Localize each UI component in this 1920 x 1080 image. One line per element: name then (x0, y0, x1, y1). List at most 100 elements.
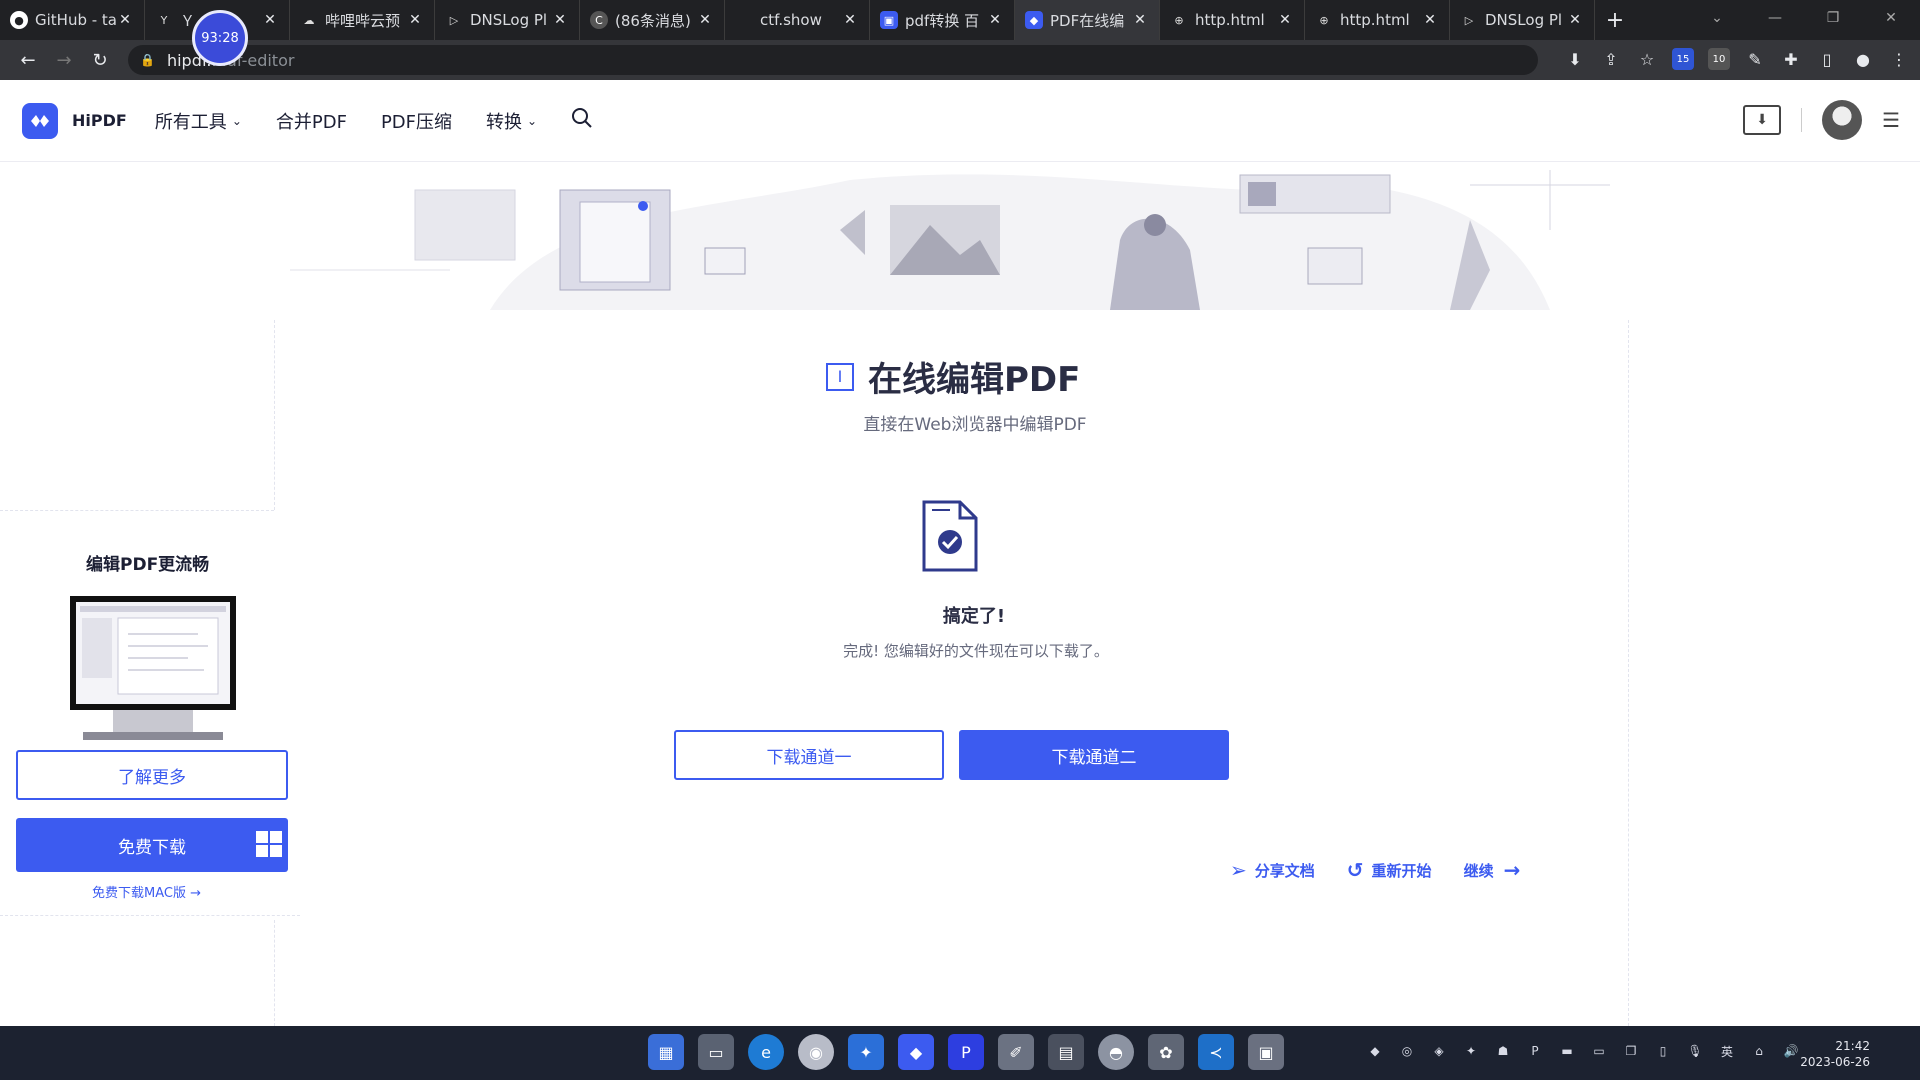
close-icon[interactable]: ✕ (116, 12, 134, 28)
nav-compress-pdf[interactable]: PDF压缩 (381, 108, 452, 134)
tray-icon[interactable]: ▭ (1590, 1042, 1608, 1060)
profile-icon[interactable]: ● (1852, 48, 1874, 70)
app-icon[interactable]: ✦ (848, 1034, 884, 1070)
nav-merge-pdf[interactable]: 合并PDF (276, 108, 347, 134)
microphone-icon[interactable]: 🎙 (1686, 1042, 1704, 1060)
share-document-button[interactable]: ➢ 分享文档 (1230, 858, 1315, 882)
hipdf-logo-icon[interactable] (22, 102, 58, 139)
logo-text[interactable]: HiPDF (72, 111, 127, 130)
tray-icon[interactable]: ◈ (1430, 1042, 1448, 1060)
edge-icon[interactable]: e (748, 1034, 784, 1070)
free-download-button[interactable]: 免费下载 (16, 818, 288, 872)
restore-icon[interactable]: ❐ (1804, 10, 1862, 26)
install-app-icon[interactable]: ⬇ (1564, 48, 1586, 70)
tray-icon[interactable]: ◆ (1366, 1042, 1384, 1060)
tray-icon[interactable]: ▯ (1654, 1042, 1672, 1060)
app-icon[interactable]: ◓ (1098, 1034, 1134, 1070)
avatar[interactable] (1822, 100, 1863, 140)
reload-icon[interactable]: ↻ (82, 50, 118, 71)
share-label: 分享文档 (1254, 861, 1315, 880)
browser-tab[interactable]: ▣ pdf转换 百 ✕ (870, 0, 1015, 40)
terminal-icon[interactable]: ▤ (1048, 1034, 1084, 1070)
continue-button[interactable]: 继续 → (1464, 858, 1521, 882)
download-channel-1-button[interactable]: 下载通道一 (674, 730, 944, 780)
browser-tab[interactable]: C (86条消息) ✕ (580, 0, 725, 40)
start-icon[interactable]: ▦ (648, 1034, 684, 1070)
taskbar-clock[interactable]: 21:42 2023-06-26 (1800, 1038, 1870, 1070)
more-menu-icon[interactable]: ⋮ (1888, 48, 1910, 70)
browser-tab[interactable]: ⊕ http.html ✕ (1305, 0, 1450, 40)
close-icon[interactable]: ✕ (1421, 12, 1439, 28)
volume-icon[interactable]: 🔊 (1782, 1042, 1800, 1060)
app-icon[interactable]: ▣ (1248, 1034, 1284, 1070)
address-bar[interactable]: 🔒 hipdf. ...df-editor (128, 45, 1538, 75)
browser-tab[interactable]: ctf.show ✕ (725, 0, 870, 40)
browser-tab[interactable]: ▷ DNSLog Pl ✕ (435, 0, 580, 40)
close-icon[interactable]: ✕ (551, 12, 569, 28)
close-icon[interactable]: ✕ (1131, 12, 1149, 28)
nav-all-tools[interactable]: 所有工具 ⌄ (155, 108, 242, 134)
header-right: ⬇ ☰ (1743, 100, 1900, 140)
learn-more-button[interactable]: 了解更多 (16, 750, 288, 800)
extension-badge-icon[interactable]: 10 (1708, 48, 1730, 70)
close-icon[interactable]: ✕ (696, 12, 714, 28)
pdf-icon: ▣ (880, 11, 898, 29)
tray-icon[interactable]: P (1526, 1042, 1544, 1060)
close-icon[interactable]: ✕ (1566, 12, 1584, 28)
done-heading: 搞定了! (942, 606, 1006, 627)
divider (1801, 108, 1803, 132)
vscode-icon[interactable]: ≺ (1198, 1034, 1234, 1070)
app-icon[interactable]: ◆ (898, 1034, 934, 1070)
nav-convert[interactable]: 转换 ⌄ (486, 108, 537, 134)
browser-tab-active[interactable]: ◆ PDF在线编 ✕ (1015, 0, 1160, 40)
network-icon[interactable]: ⌂ (1750, 1042, 1768, 1060)
minimize-icon[interactable]: — (1746, 10, 1804, 26)
tab-search-icon[interactable]: ⌄ (1688, 10, 1746, 26)
tray-icon[interactable]: ◎ (1398, 1042, 1416, 1060)
close-icon[interactable]: ✕ (1276, 12, 1294, 28)
browser-tab[interactable]: ☁ 哔哩哔云预 ✕ (290, 0, 435, 40)
mac-download-link[interactable]: 免费下载MAC版 → (92, 882, 201, 901)
screen: ● GitHub - ta ✕ Y Ｙ ✕ ☁ 哔哩哔云预 ✕ ▷ DNSLog… (0, 0, 1920, 1080)
browser-tab[interactable]: ▷ DNSLog Pl ✕ (1450, 0, 1595, 40)
csdn-icon: C (590, 11, 608, 29)
chrome-icon[interactable]: ◉ (798, 1034, 834, 1070)
desktop-download-icon[interactable]: ⬇ (1743, 105, 1782, 135)
file-explorer-icon[interactable]: ▭ (698, 1034, 734, 1070)
cloud-icon: ☁ (303, 13, 315, 27)
app-icon[interactable]: ✿ (1148, 1034, 1184, 1070)
close-icon[interactable]: ✕ (261, 12, 279, 28)
puzzle-icon[interactable]: ✚ (1780, 48, 1802, 70)
page-title: 在线编辑PDF (868, 360, 1081, 400)
extension-badge-icon[interactable]: 15 (1672, 48, 1694, 70)
mac-download-label: 免费下载MAC版 (92, 886, 186, 901)
download-channel-2-button[interactable]: 下载通道二 (959, 730, 1229, 780)
bookmark-star-icon[interactable]: ☆ (1636, 48, 1658, 70)
back-arrow-icon[interactable]: ← (10, 50, 46, 71)
restart-button[interactable]: ↺ 重新开始 (1347, 858, 1432, 882)
close-icon[interactable]: ✕ (986, 12, 1004, 28)
tray-icon[interactable]: ▬ (1558, 1042, 1576, 1060)
browser-tab[interactable]: ● GitHub - ta ✕ (0, 0, 145, 40)
text-cursor-icon: I (826, 362, 854, 391)
app-icon[interactable]: ✐ (998, 1034, 1034, 1070)
browser-tab[interactable]: ⊕ http.html ✕ (1160, 0, 1305, 40)
extension-icon[interactable]: ✎ (1744, 48, 1766, 70)
close-icon[interactable]: ✕ (841, 12, 859, 28)
side-panel-icon[interactable]: ▯ (1816, 48, 1838, 70)
new-tab-button[interactable]: + (1595, 8, 1635, 33)
window-controls: ⌄ — ❐ ✕ (1688, 0, 1920, 36)
file-check-icon (922, 500, 978, 572)
share-icon[interactable]: ⇪ (1600, 48, 1622, 70)
tray-icon[interactable]: ✦ (1462, 1042, 1480, 1060)
tray-icon[interactable]: ☗ (1494, 1042, 1512, 1060)
close-icon[interactable]: ✕ (406, 12, 424, 28)
search-icon[interactable] (571, 107, 593, 134)
close-window-icon[interactable]: ✕ (1862, 10, 1920, 26)
forward-arrow-icon[interactable]: → (46, 50, 82, 71)
hamburger-menu-icon[interactable]: ☰ (1882, 108, 1900, 132)
app-icon[interactable]: P (948, 1034, 984, 1070)
recording-timer-badge[interactable]: 93:28 (192, 10, 248, 66)
ime-indicator[interactable]: 英 (1718, 1042, 1736, 1060)
tray-icon[interactable]: ❐ (1622, 1042, 1640, 1060)
